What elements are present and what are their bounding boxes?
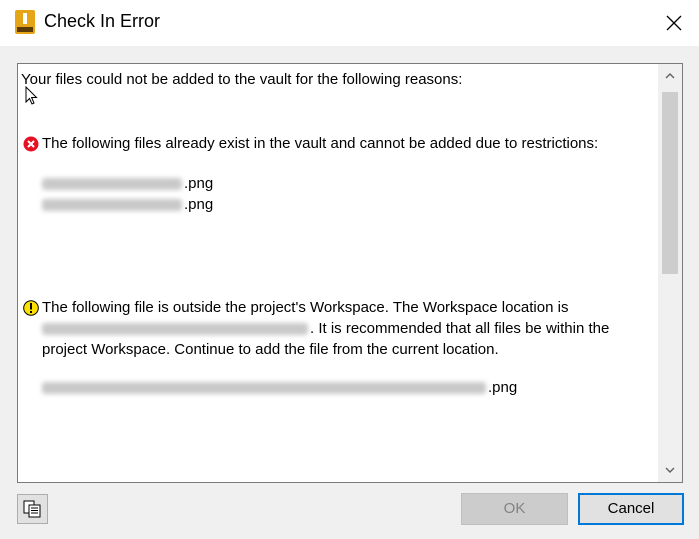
- intro-text: Your files could not be added to the vau…: [21, 71, 463, 88]
- scroll-up-button[interactable]: [658, 64, 682, 88]
- warning-icon: [23, 300, 39, 316]
- scroll-down-button[interactable]: [658, 458, 682, 482]
- chevron-up-icon: [665, 73, 675, 79]
- error-file-item: .png: [42, 196, 213, 214]
- ok-button[interactable]: OK: [461, 493, 568, 525]
- error-file-item: .png: [42, 175, 213, 193]
- scroll-thumb[interactable]: [662, 92, 678, 274]
- close-button[interactable]: [654, 8, 694, 38]
- mouse-cursor-icon: [25, 86, 38, 105]
- vertical-scrollbar[interactable]: [658, 64, 682, 482]
- title-bar: Check In Error: [0, 0, 699, 46]
- copy-to-clipboard-button[interactable]: [17, 494, 48, 524]
- redacted-filename: [42, 178, 182, 191]
- close-icon: [666, 15, 682, 31]
- redacted-filepath: [42, 382, 486, 395]
- warning-message-line-2: . It is recommended that all files be wi…: [42, 320, 609, 338]
- message-text-area[interactable]: Your files could not be added to the vau…: [17, 63, 683, 483]
- chevron-down-icon: [665, 467, 675, 473]
- warning-message-line-3: project Workspace. Continue to add the f…: [42, 341, 499, 358]
- inventor-app-icon: [15, 10, 35, 34]
- redacted-workspace-path: [42, 323, 308, 336]
- cancel-button[interactable]: Cancel: [578, 493, 684, 525]
- copy-to-clipboard-icon: [23, 500, 41, 518]
- redacted-filename: [42, 199, 182, 212]
- error-icon: [23, 136, 39, 152]
- error-message: The following files already exist in the…: [42, 135, 599, 152]
- warning-file-item: .png: [42, 379, 517, 397]
- warning-message-line-1: The following file is outside the projec…: [42, 299, 569, 316]
- dialog-title: Check In Error: [44, 11, 161, 31]
